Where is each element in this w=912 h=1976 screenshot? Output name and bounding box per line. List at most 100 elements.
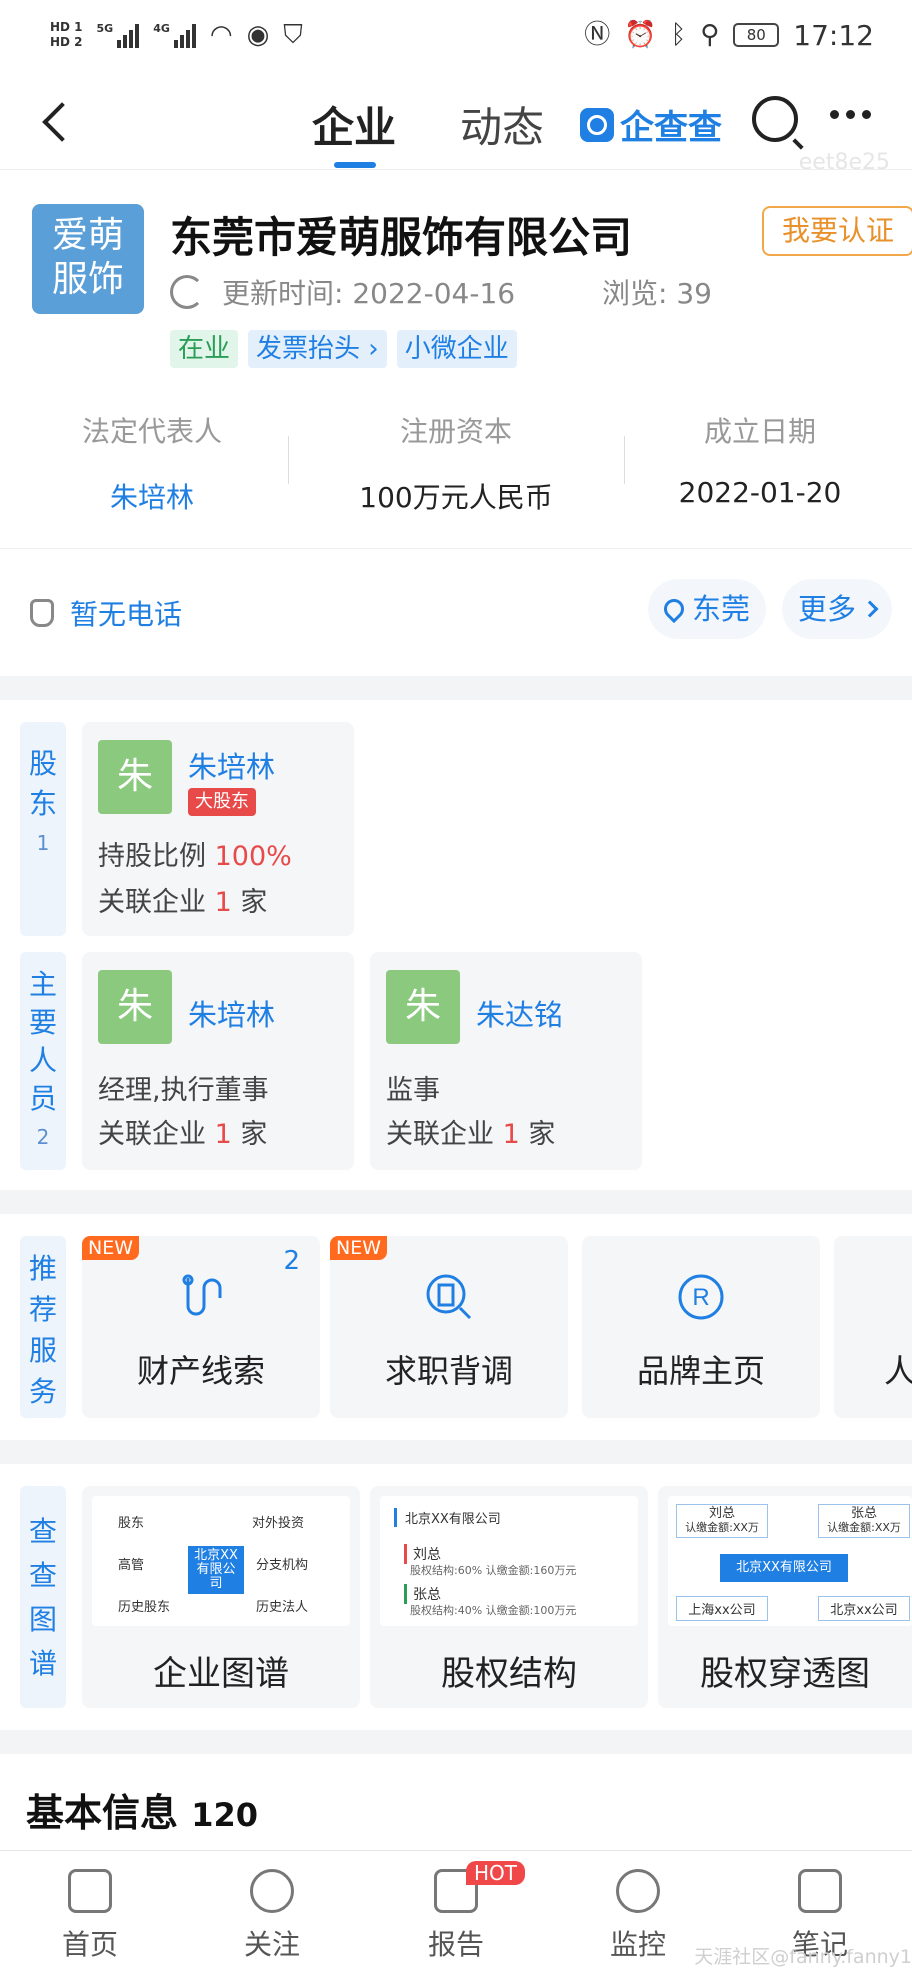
logo-line1: 爱萌 [51, 215, 124, 256]
node-bottom-right: 北京xx公司 [818, 1596, 910, 1621]
service-count: 2 [283, 1246, 300, 1276]
new-badge: NEW [330, 1236, 388, 1260]
founded-block: 成立日期 2022-01-20 [608, 410, 912, 509]
section-gap [0, 1440, 912, 1464]
holder-detail: 股权结构:40% 认缴金额:100万元 [410, 1604, 577, 1617]
contact-row: 暂无电话 东莞 更多 [0, 548, 912, 678]
certify-button[interactable]: 我要认证 [762, 206, 912, 256]
watermark-text: 天涯社区@fanny.fanny1 [694, 1946, 912, 1968]
node-label: 对外投资 [252, 1516, 305, 1531]
location-text: 东莞 [692, 592, 751, 626]
chevron-right-icon [861, 600, 879, 618]
tab-label: 关注 [243, 1928, 300, 1961]
shareholders-label: 股东 1 [20, 722, 66, 936]
section-gap [0, 676, 912, 700]
top-nav: 企业 动态 企查查 [0, 70, 912, 170]
signal-4g-icon: 4G [153, 22, 196, 48]
alarm-icon: ⏰ [624, 20, 657, 50]
founded-label: 成立日期 [703, 415, 816, 448]
graph-enterprise[interactable]: 股东 对外投资 高管 北京XX有限公司 分支机构 历史股东 历史法人 企业图谱 [82, 1486, 360, 1708]
tab-label: 报告 [427, 1928, 484, 1961]
service-brand-page[interactable]: R 品牌主页 [582, 1236, 820, 1418]
nfc-icon: Ⓝ [584, 20, 611, 50]
section-gap [0, 1730, 912, 1754]
graph-name: 企业图谱 [153, 1654, 289, 1694]
tag-small-business: 小微企业 [396, 330, 517, 368]
service-name: 人 [884, 1352, 912, 1390]
node-label: 股东 [118, 1516, 145, 1531]
legal-rep-link[interactable]: 朱培林 [0, 476, 304, 516]
tag-invoice[interactable]: 发票抬头 › [248, 330, 387, 368]
services-label: 推荐服务 [20, 1236, 66, 1418]
staff-title: 主要人员 [28, 968, 57, 1115]
staff-card[interactable]: 朱 朱达铭 监事 关联企业 1 家 [370, 952, 642, 1170]
phone-text: 暂无电话 [70, 598, 183, 631]
node-label: 历史股东 [118, 1600, 171, 1615]
tab-label: 监控 [609, 1928, 666, 1961]
clock: 17:12 [793, 18, 874, 52]
holder-detail: 股权结构:60% 认缴金额:160万元 [410, 1564, 577, 1577]
more-icon[interactable] [830, 110, 871, 119]
hd2-label: HD 2 [50, 35, 83, 49]
service-asset-clues[interactable]: NEW 2 财产线索 [82, 1236, 320, 1418]
staff-role: 经理,执行董事 [98, 1075, 269, 1106]
brand-logo: 企查查 [580, 100, 722, 149]
brand-name: 企查查 [620, 108, 722, 148]
staff-name[interactable]: 朱培林 [188, 992, 275, 1034]
service-more[interactable]: 人 [834, 1236, 912, 1418]
tab-monitor[interactable]: 监控 [578, 1869, 698, 1963]
update-label: 更新时间: [222, 277, 344, 310]
status-tags: 在业 发票抬头 › 小微企业 [170, 330, 517, 368]
tab-follow[interactable]: 关注 [212, 1869, 332, 1963]
graph-equity-penetration[interactable]: 刘总 认缴金额:XX万 张总 认缴金额:XX万 北京XX有限公司 上海xx公司 北京… [658, 1486, 912, 1708]
more-text: 更多 [798, 592, 857, 626]
signal-5g-icon: 5G [97, 22, 140, 48]
graph-equity-structure[interactable]: 北京XX有限公司 刘总 股权结构:60% 认缴金额:160万元 张总 股权结构:… [370, 1486, 648, 1708]
search-icon[interactable] [752, 96, 798, 142]
tab-dynamic[interactable]: 动态 [460, 94, 544, 155]
location-icon: ⚲ [700, 20, 720, 50]
holder-name: 张总 [404, 1584, 441, 1604]
company-logo: 爱萌 服饰 [32, 204, 144, 314]
center-node: 北京XX有限公司 [720, 1554, 848, 1582]
related-line: 关联企业 1 家 [98, 1119, 268, 1150]
tab-company[interactable]: 企业 [312, 94, 396, 155]
node-bottom-left: 上海xx公司 [676, 1596, 768, 1621]
tab-home[interactable]: 首页 [30, 1869, 150, 1963]
capital-block: 注册资本 100万元人民币 [304, 410, 608, 516]
edit-note-icon [798, 1869, 842, 1913]
capital-value: 100万元人民币 [359, 481, 553, 514]
basic-info-header[interactable]: 基本信息 120 [26, 1782, 258, 1837]
shareholders-count: 1 [36, 831, 50, 855]
refresh-icon[interactable] [170, 275, 204, 309]
location-chip[interactable]: 东莞 [648, 579, 767, 639]
tag-operating: 在业 [170, 330, 239, 368]
tab-indicator [334, 162, 376, 168]
shareholder-card[interactable]: 朱 朱培林 大股东 持股比例 100% 关联企业 1 家 [82, 722, 354, 936]
shareholder-name[interactable]: 朱培林 [188, 744, 275, 786]
node-top-right: 张总 认缴金额:XX万 [818, 1504, 910, 1538]
related-line: 关联企业 1 家 [386, 1119, 556, 1150]
major-shareholder-badge: 大股东 [188, 788, 256, 816]
registered-trademark-icon: R [678, 1274, 724, 1320]
staff-card[interactable]: 朱 朱培林 经理,执行董事 关联企业 1 家 [82, 952, 354, 1170]
route-icon [182, 1274, 222, 1316]
root-node: 北京XX有限公司 [394, 1508, 501, 1527]
capital-label: 注册资本 [399, 415, 512, 448]
staff-name[interactable]: 朱达铭 [476, 992, 563, 1034]
hd-indicator: HD 1 HD 2 [50, 20, 83, 50]
staff-label: 主要人员 2 [20, 952, 66, 1170]
network-4g-label: 4G [153, 22, 170, 35]
graph-name: 股权结构 [441, 1654, 577, 1694]
graphs-label: 查查图谱 [20, 1486, 66, 1708]
section-gap [0, 1190, 912, 1214]
service-background-check[interactable]: NEW 求职背调 [330, 1236, 568, 1418]
more-chip[interactable]: 更多 [782, 579, 893, 639]
heart-icon [250, 1869, 294, 1913]
back-button[interactable] [38, 100, 68, 142]
company-name: 东莞市爱萌服饰有限公司 [170, 213, 633, 262]
founded-value: 2022-01-20 [678, 476, 842, 509]
update-date: 2022-04-16 [352, 277, 516, 310]
phone-link[interactable]: 暂无电话 [30, 593, 182, 633]
avatar: 朱 [98, 740, 172, 814]
